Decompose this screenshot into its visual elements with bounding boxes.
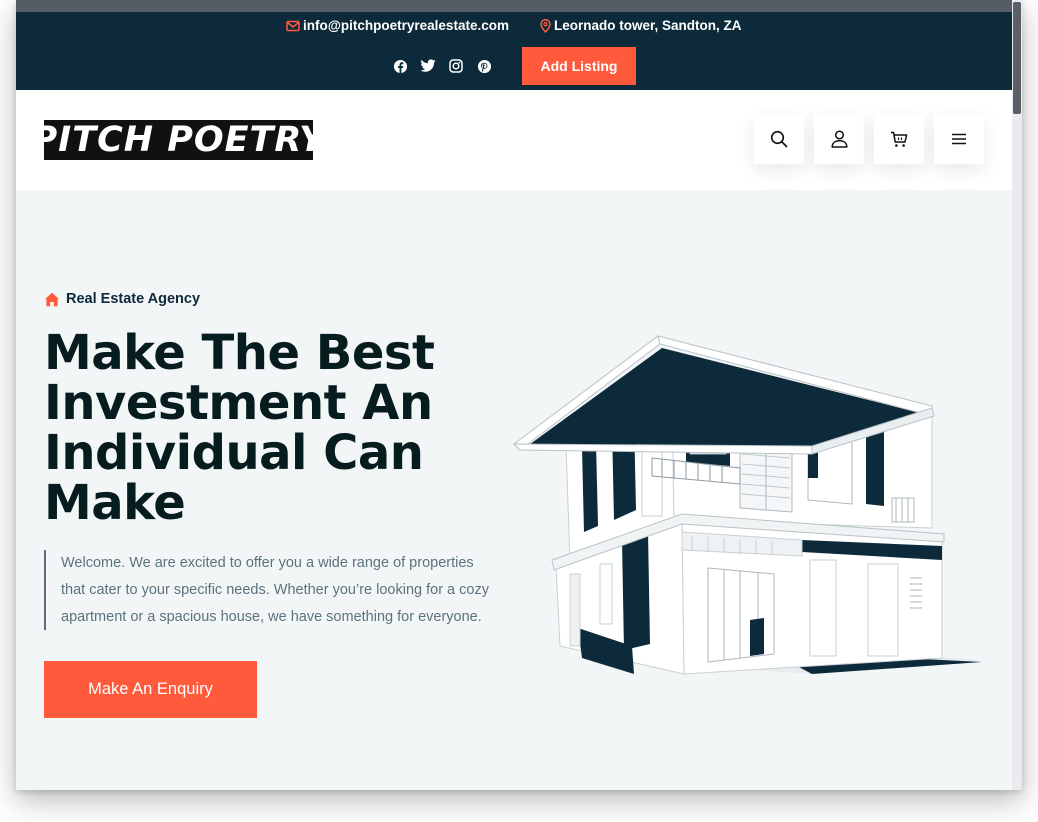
- make-enquiry-button[interactable]: Make An Enquiry: [44, 661, 257, 718]
- email-text: info@pitchpoetryrealestate.com: [303, 18, 509, 33]
- menu-button[interactable]: [934, 114, 984, 164]
- user-icon: [830, 130, 848, 148]
- home-icon: [44, 292, 60, 306]
- twitter-icon[interactable]: [420, 58, 436, 74]
- window-top-strip: [16, 0, 1022, 12]
- eyebrow-text: Real Estate Agency: [66, 291, 201, 307]
- welcome-line: that cater to your specific needs. Wheth…: [61, 582, 489, 598]
- vertical-scrollbar[interactable]: [1012, 0, 1022, 790]
- address-text: Leornado tower, Sandton, ZA: [554, 18, 742, 33]
- headline-line: Investment An: [44, 375, 433, 431]
- browser-window: info@pitchpoetryrealestate.com Leornado …: [16, 0, 1022, 790]
- social-links: [392, 58, 492, 74]
- cart-icon: [891, 131, 908, 147]
- hero-headline: Make The Best Investment An Individual C…: [44, 328, 484, 528]
- mail-icon: [286, 20, 300, 31]
- scrollbar-thumb[interactable]: [1013, 2, 1021, 114]
- email-link[interactable]: info@pitchpoetryrealestate.com: [286, 18, 509, 33]
- headline-line: Make: [44, 475, 186, 531]
- instagram-icon[interactable]: [448, 58, 464, 74]
- site-header: PITCH POETRY: [16, 90, 1012, 190]
- house-illustration: [512, 335, 982, 675]
- welcome-line: Welcome. We are excited to offer you a w…: [61, 555, 474, 571]
- add-listing-button[interactable]: Add Listing: [522, 47, 636, 85]
- account-button[interactable]: [814, 114, 864, 164]
- search-button[interactable]: [754, 114, 804, 164]
- search-icon: [770, 130, 788, 148]
- address-info: Leornado tower, Sandton, ZA: [540, 18, 742, 33]
- welcome-line: apartment or a spacious house, we have s…: [61, 609, 482, 625]
- cart-button[interactable]: [874, 114, 924, 164]
- welcome-text: Welcome. We are excited to offer you a w…: [44, 550, 514, 630]
- hero-eyebrow: Real Estate Agency: [44, 291, 200, 307]
- top-info-bar: info@pitchpoetryrealestate.com Leornado …: [16, 12, 1012, 90]
- pinterest-icon[interactable]: [476, 58, 492, 74]
- hero-section: Real Estate Agency Make The Best Investm…: [16, 190, 1012, 790]
- headline-line: Make The Best: [44, 325, 435, 381]
- facebook-icon[interactable]: [392, 58, 408, 74]
- headline-line: Individual Can: [44, 425, 424, 481]
- map-pin-icon: [540, 18, 551, 33]
- menu-icon: [952, 133, 966, 145]
- site-logo[interactable]: PITCH POETRY: [32, 120, 325, 160]
